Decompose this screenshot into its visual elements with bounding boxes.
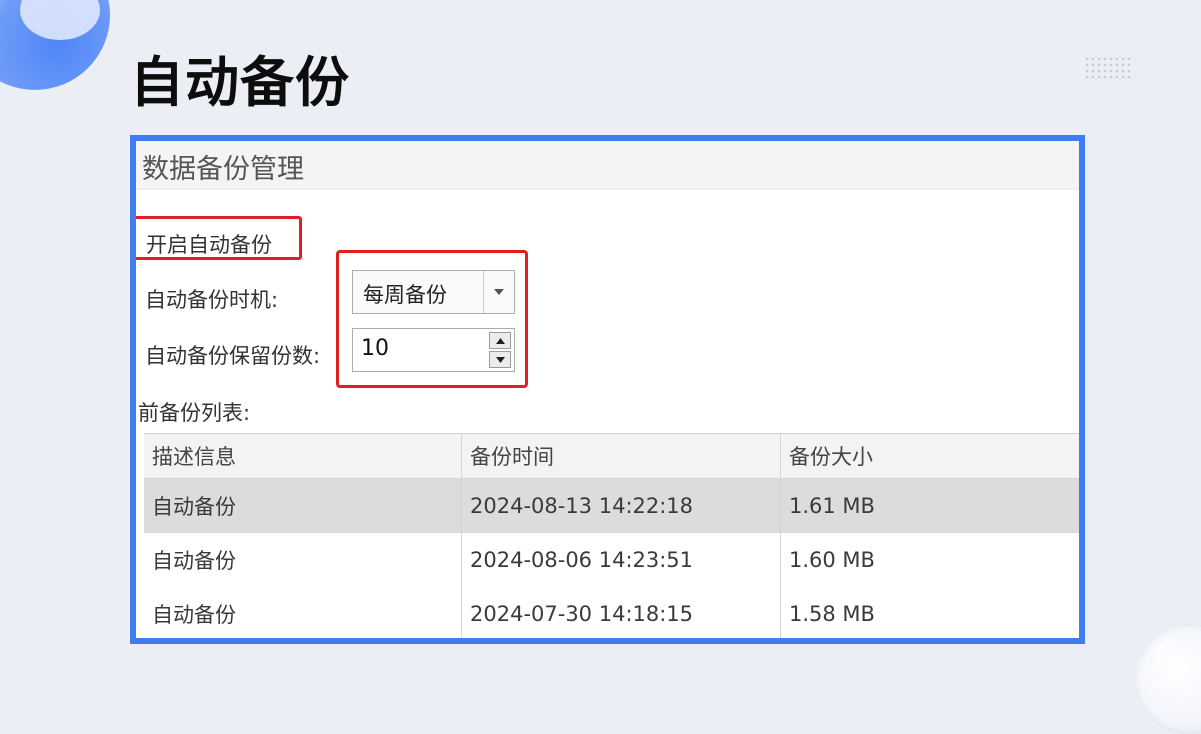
cell-description: 自动备份 xyxy=(144,587,462,638)
dialog-header: 数据备份管理 xyxy=(136,141,1079,190)
decor-dot-grid xyxy=(1084,56,1134,82)
dialog-title: 数据备份管理 xyxy=(142,154,304,185)
keep-count-value[interactable]: 10 xyxy=(361,336,389,361)
backup-table: 描述信息 备份时间 备份大小 自动备份 2024-08-13 14:22:18 … xyxy=(144,433,1079,638)
table-row[interactable]: 自动备份 2024-08-06 14:23:51 1.60 MB xyxy=(144,533,1079,587)
backup-timing-value: 每周备份 xyxy=(363,283,447,307)
stepper-up-icon[interactable] xyxy=(489,332,511,349)
enable-auto-backup-option[interactable]: 开启自动备份 xyxy=(146,229,272,259)
column-header-size[interactable]: 备份大小 xyxy=(781,434,1079,478)
cell-description: 自动备份 xyxy=(144,479,462,533)
timing-label: 自动备份时机: xyxy=(145,288,279,312)
stepper-buttons xyxy=(489,332,511,368)
cell-time: 2024-08-13 14:22:18 xyxy=(462,479,781,533)
cell-description: 自动备份 xyxy=(144,533,462,587)
cell-size: 1.58 MB xyxy=(789,602,875,626)
table-row[interactable]: 自动备份 2024-07-30 14:18:15 1.58 MB xyxy=(144,587,1079,638)
backup-timing-select[interactable]: 每周备份 xyxy=(352,270,515,314)
table-row[interactable]: 自动备份 2024-08-13 14:22:18 1.61 MB xyxy=(144,479,1079,533)
stepper-down-icon[interactable] xyxy=(489,351,511,368)
column-header-time[interactable]: 备份时间 xyxy=(462,434,781,478)
page-title: 自动备份 xyxy=(130,51,350,114)
dropdown-arrow-icon[interactable] xyxy=(483,271,514,313)
backup-list-label: 前备份列表: xyxy=(138,401,251,425)
dialog-screenshot: 数据备份管理 开启自动备份 自动备份时机: 自动备份保留份数: 每周备份 10 … xyxy=(130,135,1085,644)
table-header: 描述信息 备份时间 备份大小 xyxy=(144,433,1079,479)
decor-bubble xyxy=(1134,624,1201,734)
cell-size: 1.61 MB xyxy=(789,494,875,518)
column-header-description[interactable]: 描述信息 xyxy=(144,434,462,478)
keep-count-stepper[interactable]: 10 xyxy=(352,328,515,372)
keep-count-label: 自动备份保留份数: xyxy=(145,344,321,368)
cell-time: 2024-07-30 14:18:15 xyxy=(462,587,781,638)
cell-size: 1.60 MB xyxy=(789,548,875,572)
cell-time: 2024-08-06 14:23:51 xyxy=(462,533,781,587)
